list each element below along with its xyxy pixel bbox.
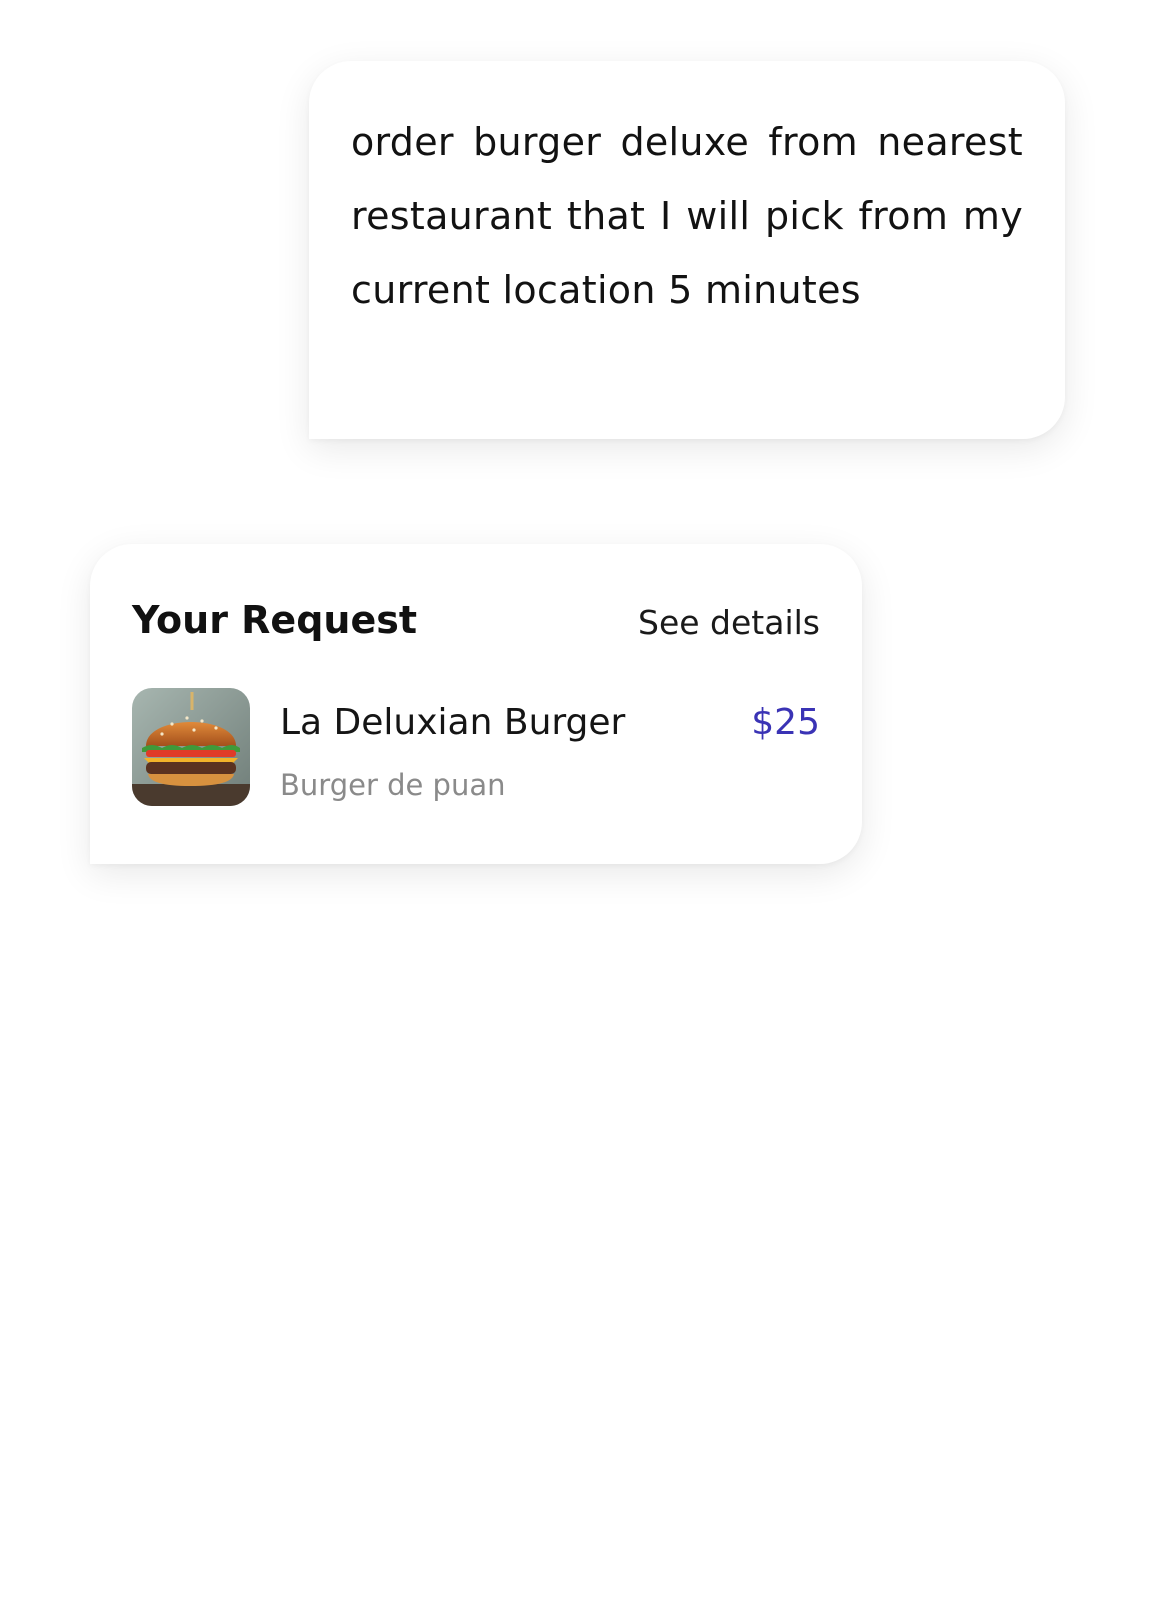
user-message-bubble: order burger deluxe from nearest restaur…: [309, 61, 1065, 439]
request-card-title: Your Request: [132, 598, 417, 642]
burger-image-icon: [132, 688, 250, 806]
item-name: La Deluxian Burger: [280, 702, 626, 743]
see-details-link[interactable]: See details: [638, 602, 820, 644]
item-subtitle: Burger de puan: [280, 768, 506, 802]
item-price: $25: [751, 702, 820, 743]
request-card: Your Request See details La Deluxian Bur…: [90, 544, 862, 864]
user-message-text: order burger deluxe from nearest restaur…: [351, 120, 1023, 312]
burger-thumbnail: [132, 688, 250, 806]
